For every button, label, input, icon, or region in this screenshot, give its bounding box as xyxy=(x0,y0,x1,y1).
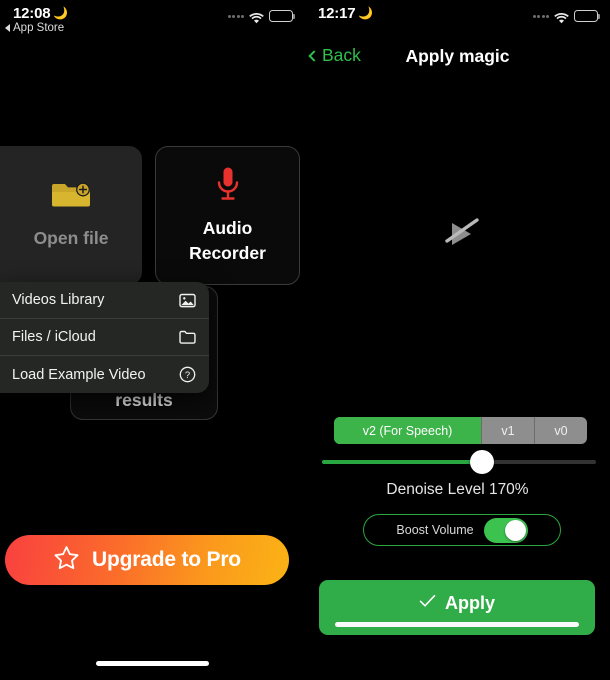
folder-plus-icon xyxy=(50,180,92,212)
play-slash-icon xyxy=(438,213,484,253)
toggle-knob xyxy=(504,519,526,541)
boost-volume-control[interactable]: Boost Volume xyxy=(363,514,561,546)
home-indicator-left xyxy=(96,661,209,666)
status-bar-time: 12:08 🌙 xyxy=(13,5,68,22)
open-file-context-menu[interactable]: Videos Library Files / iCloud Load Examp… xyxy=(0,282,209,393)
segment-v2[interactable]: v2 (For Speech) xyxy=(334,417,482,444)
open-file-card[interactable]: Open file xyxy=(0,146,142,285)
slider-thumb[interactable] xyxy=(470,450,494,474)
crescent-moon-icon: 🌙 xyxy=(53,6,69,20)
boost-volume-label: Boost Volume xyxy=(396,523,474,537)
open-file-card-label: Open file xyxy=(33,228,109,249)
audio-recorder-label-line2: Recorder xyxy=(189,242,266,263)
denoise-level-slider[interactable] xyxy=(315,450,603,474)
page-title: Apply magic xyxy=(405,46,510,66)
photo-icon xyxy=(178,291,196,309)
check-icon xyxy=(419,594,436,613)
slider-fill xyxy=(322,460,475,464)
context-menu-item-label: Files / iCloud xyxy=(12,329,96,345)
crescent-moon-icon: 🌙 xyxy=(358,6,374,20)
status-bar-indicators xyxy=(532,10,601,23)
context-menu-item-label: Load Example Video xyxy=(12,366,146,383)
star-icon xyxy=(53,545,80,576)
upgrade-to-pro-label: Upgrade to Pro xyxy=(92,548,241,571)
status-bar-time-text: 12:08 xyxy=(13,5,51,22)
apply-progress-bar xyxy=(335,622,579,627)
apply-button[interactable]: Apply xyxy=(319,580,595,635)
microphone-icon xyxy=(215,166,241,204)
context-menu-item-load-example-video[interactable]: Load Example Video ? xyxy=(0,356,209,393)
back-to-app-store-link[interactable]: App Store xyxy=(5,22,64,34)
upgrade-to-pro-button[interactable]: Upgrade to Pro xyxy=(5,535,289,585)
boost-volume-toggle[interactable] xyxy=(483,517,528,543)
segment-v1[interactable]: v1 xyxy=(482,417,535,444)
battery-icon xyxy=(574,10,601,22)
svg-text:?: ? xyxy=(184,370,189,381)
right-phone-screen: 12:17 🌙 Back Apply magic v2 (For Speech)… xyxy=(305,0,610,680)
results-card-label: results xyxy=(115,390,173,410)
signal-dots-icon xyxy=(532,14,549,18)
wifi-icon xyxy=(249,11,264,23)
segment-v0[interactable]: v0 xyxy=(535,417,587,444)
audio-recorder-label-line1: Audio xyxy=(202,217,253,238)
denoise-level-label: Denoise Level 170% xyxy=(386,481,529,498)
signal-dots-icon xyxy=(227,14,244,18)
video-preview-area[interactable] xyxy=(305,90,610,390)
folder-icon xyxy=(178,328,196,346)
context-menu-item-label: Videos Library xyxy=(12,292,105,308)
action-cards: Open file Audio Recorder xyxy=(0,146,305,285)
status-bar-right: 12:17 🌙 xyxy=(305,0,610,30)
audio-recorder-card-label: Audio Recorder xyxy=(189,216,266,266)
apply-button-label: Apply xyxy=(444,593,495,613)
wifi-icon xyxy=(554,11,569,23)
left-phone-screen: 12:08 🌙 App Store results Open file Audi… xyxy=(0,0,305,680)
status-bar-indicators xyxy=(227,10,296,23)
navigation-bar: Back Apply magic xyxy=(305,44,610,74)
back-triangle-icon xyxy=(5,24,10,32)
apply-button-content: Apply xyxy=(319,593,595,614)
status-bar-time: 12:17 🌙 xyxy=(318,5,373,22)
question-circle-icon: ? xyxy=(178,366,196,384)
audio-recorder-card[interactable]: Audio Recorder xyxy=(155,146,300,285)
app-root: 12:08 🌙 App Store results Open file Audi… xyxy=(0,0,610,680)
battery-icon xyxy=(269,10,296,22)
status-bar-time-text: 12:17 xyxy=(318,5,356,22)
context-menu-item-videos-library[interactable]: Videos Library xyxy=(0,282,209,319)
back-to-app-store-label: App Store xyxy=(13,22,65,34)
model-version-segmented-control[interactable]: v2 (For Speech) v1 v0 xyxy=(334,417,587,444)
context-menu-item-files-icloud[interactable]: Files / iCloud xyxy=(0,319,209,356)
